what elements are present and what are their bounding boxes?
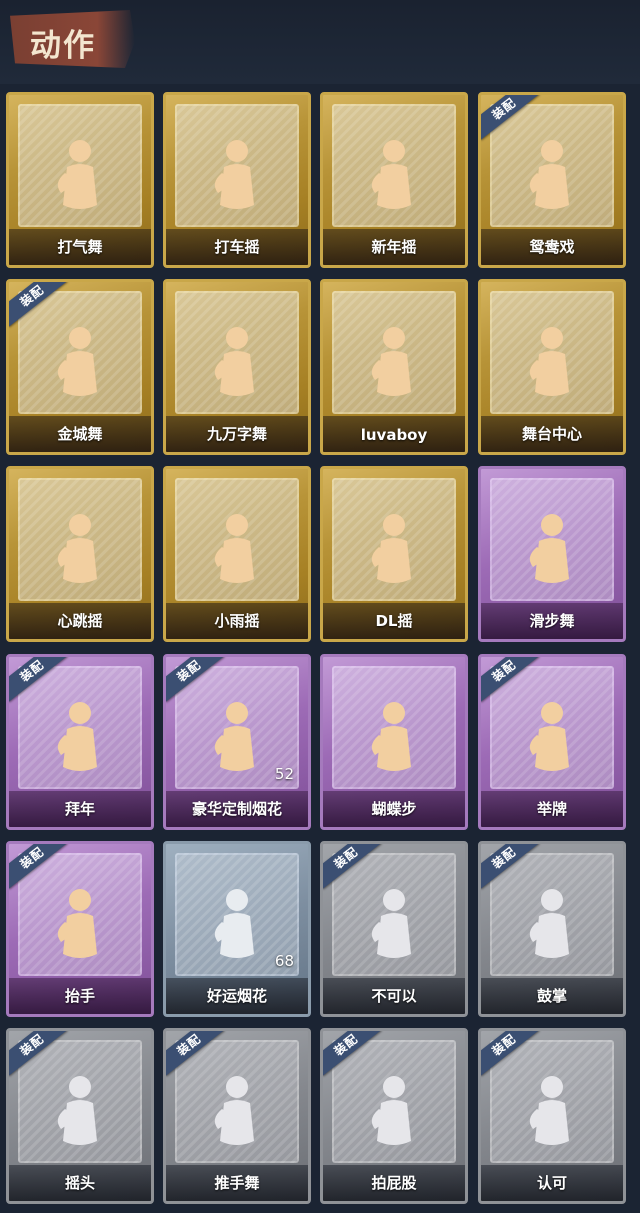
emote-name: 新年摇	[371, 238, 417, 256]
emote-card[interactable]: 金城舞 装配	[6, 279, 154, 455]
emote-name: 不可以	[371, 987, 417, 1005]
emote-figure-icon	[371, 702, 411, 771]
emote-name: 豪华定制烟花	[191, 800, 282, 818]
page-title: 动作	[30, 28, 96, 64]
emote-figure-icon	[57, 702, 97, 771]
emote-card[interactable]: 心跳摇	[6, 466, 154, 642]
emote-figure-icon	[529, 1076, 569, 1145]
emote-figure-icon	[371, 1076, 411, 1145]
emote-card[interactable]: 抬手 装配	[6, 841, 154, 1017]
emote-figure-icon	[371, 514, 411, 583]
emote-name: 好运烟花	[206, 987, 267, 1005]
emote-figure-icon	[529, 140, 569, 209]
emote-name: 举牌	[536, 800, 567, 818]
emote-figure-icon	[57, 1076, 97, 1145]
emote-card[interactable]: 不可以 装配	[320, 841, 468, 1017]
emote-figure-icon	[214, 514, 254, 583]
emote-name: 打气舞	[57, 238, 103, 256]
emote-name: 心跳摇	[57, 612, 103, 630]
emote-figure-icon	[214, 1076, 254, 1145]
emote-name: 摇头	[64, 1174, 95, 1192]
emote-name: 拜年	[64, 800, 95, 818]
emote-name: 蝴蝶步	[371, 800, 417, 818]
emote-card[interactable]: 鼓掌 装配	[478, 841, 626, 1017]
emote-name: 抬手	[64, 987, 95, 1005]
emote-card[interactable]: 蝴蝶步	[320, 654, 468, 830]
emote-figure-icon	[529, 514, 569, 583]
emote-name: 打车摇	[214, 238, 260, 256]
emote-card[interactable]: 认可 装配	[478, 1028, 626, 1204]
emote-figure-icon	[529, 889, 569, 958]
emote-name: 金城舞	[57, 425, 103, 443]
emote-name: DL摇	[375, 612, 413, 630]
emote-name: 滑步舞	[529, 612, 575, 630]
emote-figure-icon	[371, 889, 411, 958]
emote-figure-icon	[371, 327, 411, 396]
emote-figure-icon	[371, 140, 411, 209]
emote-name: 小雨摇	[214, 612, 260, 630]
emote-name: 九万字舞	[206, 425, 267, 443]
emote-name: 认可	[536, 1174, 567, 1192]
emote-card[interactable]: 举牌 装配	[478, 654, 626, 830]
emote-card[interactable]: 拍屁股 装配	[320, 1028, 468, 1204]
emote-card[interactable]: 鸳鸯戏 装配	[478, 92, 626, 268]
emote-card[interactable]: 推手舞 装配	[163, 1028, 311, 1204]
emote-name: luvaboy	[360, 426, 428, 444]
emote-card[interactable]: 打气舞	[6, 92, 154, 268]
emote-name: 舞台中心	[521, 425, 582, 443]
emote-figure-icon	[57, 327, 97, 396]
emote-figure-icon	[529, 327, 569, 396]
emote-figure-icon	[57, 140, 97, 209]
emote-name: 推手舞	[214, 1174, 260, 1192]
emote-card[interactable]: 豪华定制烟花 装配 52	[163, 654, 311, 830]
emote-card[interactable]: 摇头 装配	[6, 1028, 154, 1204]
emote-card[interactable]: 舞台中心	[478, 279, 626, 455]
emote-name: 拍屁股	[371, 1174, 417, 1192]
emote-figure-icon	[214, 889, 254, 958]
emote-figure-icon	[214, 702, 254, 771]
emote-card[interactable]: 新年摇	[320, 92, 468, 268]
header: 动作	[0, 0, 640, 84]
emote-card[interactable]: 九万字舞	[163, 279, 311, 455]
emote-figure-icon	[214, 327, 254, 396]
item-count: 52	[274, 765, 294, 783]
emote-card[interactable]: 打车摇	[163, 92, 311, 268]
emote-figure-icon	[529, 702, 569, 771]
emote-card[interactable]: 小雨摇	[163, 466, 311, 642]
emote-card[interactable]: 滑步舞	[478, 466, 626, 642]
emote-figure-icon	[57, 889, 97, 958]
emote-card[interactable]: 好运烟花 68	[163, 841, 311, 1017]
emote-card[interactable]: 拜年 装配	[6, 654, 154, 830]
emote-card[interactable]: luvaboy	[320, 279, 468, 455]
emote-name: 鸳鸯戏	[529, 238, 575, 256]
item-count: 68	[274, 952, 294, 970]
emote-card[interactable]: DL摇	[320, 466, 468, 642]
emote-name: 鼓掌	[536, 987, 567, 1005]
emote-figure-icon	[214, 140, 254, 209]
emote-figure-icon	[57, 514, 97, 583]
